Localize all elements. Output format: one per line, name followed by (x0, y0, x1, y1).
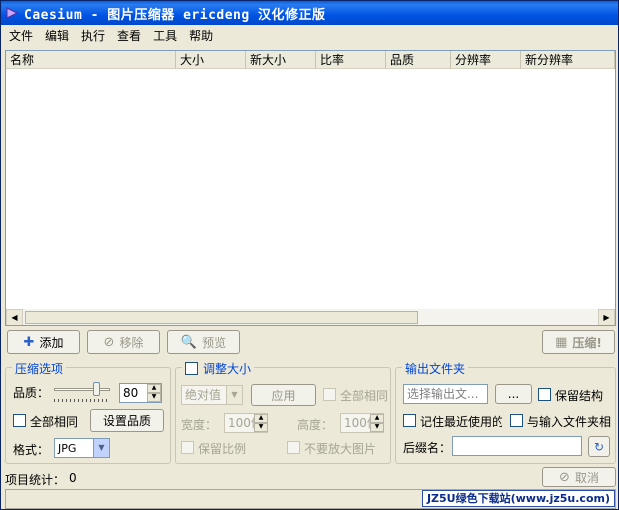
cancel-button-label: 取消 (574, 470, 599, 485)
preview-button-label: 预览 (202, 335, 227, 350)
watermark: JZ5U绿色下载站(www.jz5u.com) (421, 490, 615, 507)
output-folder-group: 输出文件夹 选择输出文... ... 保留结构 记住最近使用的 与输入文件夹相 … (395, 360, 616, 464)
menu-file[interactable]: 文件 (3, 27, 39, 44)
keep-structure-checkbox[interactable] (538, 388, 551, 401)
resize-mode-select[interactable]: 绝对值 ▼ (181, 385, 243, 405)
column-header-resolution[interactable]: 分辨率 (451, 51, 521, 69)
cancel-button[interactable]: ⊘ 取消 (542, 467, 616, 487)
plus-icon: ✚ (23, 334, 35, 350)
menu-view[interactable]: 查看 (111, 27, 147, 44)
remember-last-label: 记住最近使用的 (420, 415, 502, 429)
keep-ratio-checkbox[interactable] (181, 441, 194, 454)
chevron-down-icon[interactable]: ▼ (226, 386, 242, 404)
browse-button[interactable]: ... (495, 384, 532, 404)
item-count-value: 0 (69, 471, 77, 485)
suffix-input[interactable] (452, 436, 582, 456)
column-header-size[interactable]: 大小 (176, 51, 246, 69)
no-enlarge-label: 不要放大图片 (304, 442, 377, 456)
same-as-input-checkbox[interactable] (510, 414, 523, 427)
resize-title-label: 调整大小 (203, 362, 252, 376)
remove-button[interactable]: ⊘ 移除 (87, 330, 160, 354)
keep-structure-label: 保留结构 (555, 389, 604, 403)
add-button-label: 添加 (39, 335, 64, 350)
apply-button[interactable]: 应用 (251, 384, 316, 406)
spin-up-icon[interactable]: ▲ (370, 414, 384, 423)
spin-up-icon[interactable]: ▲ (254, 414, 268, 423)
width-label: 宽度： (181, 418, 218, 432)
format-select-value: JPG (58, 442, 77, 455)
compress-icon: ▦ (555, 334, 568, 350)
app-icon (6, 7, 19, 19)
output-folder-title: 输出文件夹 (402, 360, 469, 377)
format-select[interactable]: JPG ▼ (54, 438, 110, 458)
spin-down-icon[interactable]: ▼ (254, 423, 268, 432)
compress-options-group: 压缩选项 品质： 80 ▲ ▼ 全部相同 设置品质 格式： JPG ▼ (5, 360, 171, 464)
horizontal-scrollbar[interactable]: ◀ ▶ (6, 308, 615, 325)
remove-icon: ⊘ (103, 334, 115, 350)
toolbar: ✚ 添加 ⊘ 移除 🔍 预览 ▦ 压缩! (5, 329, 616, 355)
quality-slider[interactable] (54, 382, 112, 404)
compress-button[interactable]: ▦ 压缩! (542, 330, 615, 354)
width-spinner[interactable]: ▲ ▼ (254, 414, 268, 432)
keep-ratio-label: 保留比例 (198, 442, 247, 456)
quality-spinner[interactable]: ▲ ▼ (147, 384, 161, 402)
preview-button[interactable]: 🔍 预览 (167, 330, 240, 354)
menu-edit[interactable]: 编辑 (39, 27, 75, 44)
scroll-track[interactable] (23, 309, 598, 325)
title-bar: Caesium - 图片压缩器 ericdeng 汉化修正版 (1, 1, 618, 25)
spin-up-icon[interactable]: ▲ (147, 384, 161, 393)
set-quality-button[interactable]: 设置品质 (90, 409, 164, 432)
no-enlarge-checkbox[interactable] (287, 441, 300, 454)
height-label: 高度： (297, 418, 334, 432)
magnifier-icon: 🔍 (180, 334, 198, 350)
resize-mode-value: 绝对值 (185, 388, 222, 402)
scroll-right-arrow-icon[interactable]: ▶ (598, 308, 615, 325)
column-header-quality[interactable]: 品质 (386, 51, 451, 69)
window-title: Caesium - 图片压缩器 ericdeng 汉化修正版 (24, 7, 326, 23)
menu-help[interactable]: 帮助 (183, 27, 219, 44)
resize-checkbox[interactable] (185, 362, 198, 375)
remember-last-checkbox[interactable] (403, 414, 416, 427)
resize-all-same-checkbox[interactable] (323, 388, 336, 401)
quality-all-same-label: 全部相同 (30, 415, 79, 429)
scroll-thumb[interactable] (25, 310, 418, 324)
remove-button-label: 移除 (119, 335, 144, 350)
spin-down-icon[interactable]: ▼ (147, 393, 161, 402)
menu-tools[interactable]: 工具 (147, 27, 183, 44)
same-as-input-label: 与输入文件夹相 (527, 415, 612, 429)
file-list-header: 名称 大小 新大小 比率 品质 分辨率 新分辨率 (6, 51, 615, 69)
chevron-down-icon[interactable]: ▼ (93, 439, 109, 457)
cancel-icon: ⊘ (559, 469, 570, 485)
file-list[interactable]: 名称 大小 新大小 比率 品质 分辨率 新分辨率 ◀ ▶ (5, 50, 616, 326)
main-window: Caesium - 图片压缩器 ericdeng 汉化修正版 文件 编辑 执行 … (0, 0, 619, 510)
height-spinner[interactable]: ▲ ▼ (370, 414, 384, 432)
resize-title: 调整大小 (182, 360, 255, 377)
add-button[interactable]: ✚ 添加 (7, 330, 80, 354)
resize-group: 调整大小 绝对值 ▼ 应用 全部相同 宽度： 100像 ▲ ▼ 高度： 100像… (175, 360, 391, 464)
column-header-ratio[interactable]: 比率 (316, 51, 386, 69)
column-header-new-size[interactable]: 新大小 (246, 51, 316, 69)
item-count-label: 项目统计： (5, 473, 66, 487)
quality-slider-thumb[interactable] (93, 382, 100, 396)
refresh-icon[interactable]: ↻ (588, 436, 610, 457)
quality-all-same-checkbox[interactable] (13, 414, 26, 427)
compress-options-title: 压缩选项 (12, 360, 67, 377)
menu-run[interactable]: 执行 (75, 27, 111, 44)
menu-bar: 文件 编辑 执行 查看 工具 帮助 (1, 25, 618, 45)
resize-all-same-label: 全部相同 (340, 389, 389, 403)
spin-down-icon[interactable]: ▼ (370, 423, 384, 432)
quality-label: 品质： (13, 386, 50, 400)
output-folder-input[interactable]: 选择输出文... (403, 384, 488, 404)
column-header-name[interactable]: 名称 (6, 51, 176, 69)
compress-button-label: 压缩! (572, 335, 602, 350)
format-label: 格式： (13, 443, 50, 457)
scroll-left-arrow-icon[interactable]: ◀ (6, 308, 23, 325)
suffix-label: 后缀名： (403, 441, 452, 455)
column-header-new-resolution[interactable]: 新分辨率 (521, 51, 615, 69)
